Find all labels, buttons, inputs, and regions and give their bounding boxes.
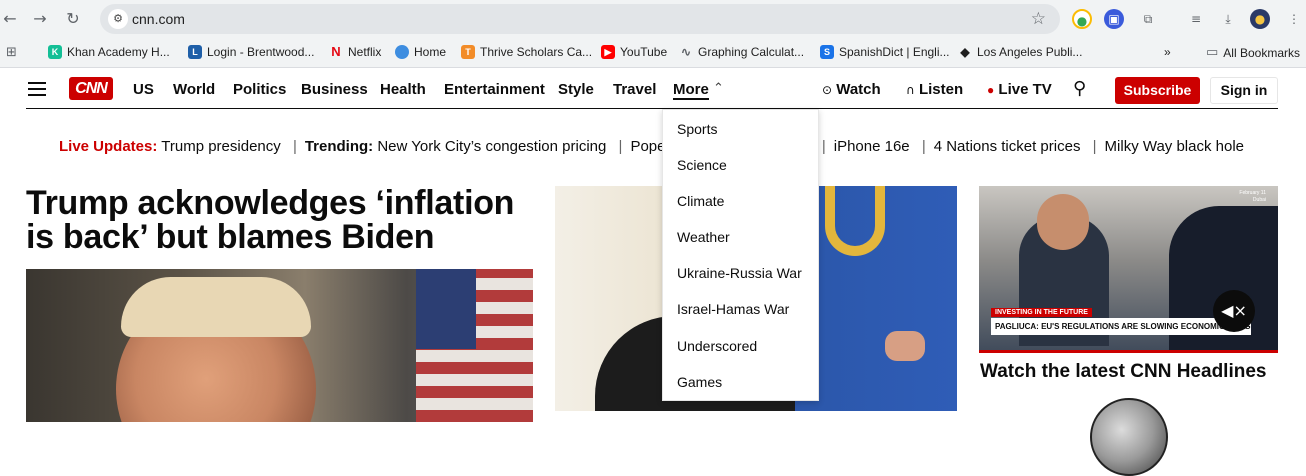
menu-item-climate[interactable]: Climate — [677, 193, 724, 209]
address-bar[interactable]: ⚙ cnn.com ☆ — [100, 4, 1060, 34]
mute-icon[interactable]: ◀× — [1213, 290, 1255, 332]
trending-link[interactable]: Milky Way black hole — [1105, 138, 1244, 155]
graph-icon: ∿ — [680, 45, 692, 59]
download-icon[interactable]: ⤓ — [1218, 9, 1238, 29]
site-header: CNN US World Politics Business Health En… — [0, 69, 1306, 109]
reading-list-icon[interactable]: ≡ — [1186, 9, 1206, 29]
trending-link[interactable]: iPhone 16e — [834, 138, 910, 155]
bookmark-graphing[interactable]: ∿ Graphing Calculat... — [679, 45, 804, 59]
menu-item-science[interactable]: Science — [677, 157, 727, 173]
folder-icon: ▭ — [1206, 45, 1219, 60]
trending-link[interactable]: Pope — [630, 138, 665, 155]
back-icon[interactable]: ← — [0, 9, 20, 29]
nav-more[interactable]: More — [673, 81, 709, 100]
trending-link[interactable]: Trump presidency — [161, 138, 281, 155]
video-chyron: PAGLIUCA: EU'S REGULATIONS ARE SLOWING E… — [991, 318, 1251, 335]
play-circle-icon: ⊙ — [822, 83, 833, 97]
live-tv-button[interactable]: ● Live TV — [987, 81, 1052, 98]
bookmark-thrive[interactable]: T Thrive Scholars Ca... — [461, 45, 592, 59]
menu-item-israel-hamas-war[interactable]: Israel-Hamas War — [677, 301, 789, 317]
video-title[interactable]: Watch the latest CNN Headlines — [980, 361, 1266, 383]
trending-label: Trending: — [304, 138, 374, 155]
trending-link[interactable]: New York City’s congestion pricing — [377, 138, 606, 155]
nav-style[interactable]: Style — [558, 81, 594, 98]
menu-kebab-icon[interactable]: ⋮ — [1284, 9, 1304, 29]
video-player[interactable]: February 11 Dubai INVESTING IN THE FUTURE… — [979, 186, 1278, 353]
menu-item-weather[interactable]: Weather — [677, 229, 730, 245]
video-dateline: February 11 Dubai — [1239, 190, 1266, 203]
subscribe-button[interactable]: Subscribe — [1115, 77, 1200, 104]
bookmarks-overflow-button[interactable]: » — [1164, 45, 1171, 59]
menu-item-sports[interactable]: Sports — [677, 121, 717, 137]
home-icon — [395, 45, 409, 59]
lead-headline[interactable]: Trump acknowledges ‘inflation is back’ b… — [26, 186, 546, 254]
nav-business[interactable]: Business — [301, 81, 368, 98]
nav-us[interactable]: US — [133, 81, 154, 98]
reload-icon[interactable]: ↻ — [63, 9, 83, 29]
nav-world[interactable]: World — [173, 81, 215, 98]
bookmark-youtube[interactable]: ▶ YouTube — [601, 45, 667, 59]
site-info-icon[interactable]: ⚙ — [108, 9, 128, 29]
hamburger-menu-icon[interactable] — [28, 82, 46, 96]
bookmark-login[interactable]: L Login - Brentwood... — [188, 45, 314, 59]
live-updates-label: Live Updates: — [59, 138, 158, 155]
extension-icon[interactable]: ▣ — [1104, 9, 1124, 29]
khan-icon: K — [48, 45, 62, 59]
headphones-icon: ∩ — [906, 83, 915, 97]
nav-travel[interactable]: Travel — [613, 81, 656, 98]
bookmark-lapl[interactable]: ◆ Los Angeles Publi... — [958, 45, 1082, 59]
bookmark-star-icon[interactable]: ☆ — [1031, 9, 1046, 29]
video-topbar: INVESTING IN THE FUTURE — [991, 308, 1092, 317]
bookmark-khan[interactable]: K Khan Academy H... — [48, 45, 170, 59]
watch-button[interactable]: ⊙ Watch — [822, 81, 881, 98]
netflix-icon: N — [331, 44, 341, 59]
bookmark-spanishdict[interactable]: S SpanishDict | Engli... — [820, 45, 950, 59]
search-icon[interactable]: ⚲ — [1073, 78, 1086, 99]
more-dropdown: Sports Science Climate Weather Ukraine-R… — [662, 109, 819, 401]
profile-avatar[interactable]: ● — [1250, 9, 1270, 29]
bookmark-home[interactable]: Home — [395, 45, 446, 59]
nav-entertainment[interactable]: Entertainment — [444, 81, 545, 98]
spanishdict-icon: S — [820, 45, 834, 59]
extension-icon[interactable]: ● — [1072, 9, 1092, 29]
apps-grid-icon[interactable]: ⊞ — [6, 45, 17, 60]
lead-photo[interactable] — [26, 269, 533, 422]
nav-health[interactable]: Health — [380, 81, 426, 98]
sign-in-button[interactable]: Sign in — [1210, 77, 1278, 104]
trending-bar: Live Updates: Trump presidency | Trending… — [59, 138, 1245, 155]
all-bookmarks-button[interactable]: ▭ All Bookmarks — [1206, 45, 1300, 60]
nav-politics[interactable]: Politics — [233, 81, 286, 98]
globe-image — [1090, 398, 1168, 476]
header-divider — [26, 108, 1278, 109]
listen-button[interactable]: ∩ Listen — [906, 81, 963, 98]
extensions-puzzle-icon[interactable]: ⧉ — [1138, 9, 1158, 29]
menu-item-ukraine-russia-war[interactable]: Ukraine-Russia War — [677, 265, 802, 281]
bookmarks-bar: ⊞ K Khan Academy H... L Login - Brentwood.… — [0, 38, 1306, 68]
url-text[interactable]: cnn.com — [132, 11, 185, 27]
menu-item-games[interactable]: Games — [677, 374, 722, 390]
browser-toolbar: ← → ↻ ⚙ cnn.com ☆ ● ▣ ⧉ ≡ ⤓ ● ⋮ — [0, 0, 1306, 38]
forward-icon[interactable]: → — [30, 9, 50, 29]
live-dot-icon: ● — [987, 83, 995, 97]
lapl-icon: ◆ — [960, 45, 970, 59]
youtube-icon: ▶ — [601, 45, 615, 59]
trending-link[interactable]: 4 Nations ticket prices — [934, 138, 1081, 155]
bookmark-netflix[interactable]: N Netflix — [329, 44, 381, 60]
cnn-logo[interactable]: CNN — [69, 77, 113, 100]
chevron-up-icon[interactable]: ⌃ — [713, 81, 724, 96]
menu-item-underscored[interactable]: Underscored — [677, 338, 757, 354]
thrive-icon: T — [461, 45, 475, 59]
login-icon: L — [188, 45, 202, 59]
